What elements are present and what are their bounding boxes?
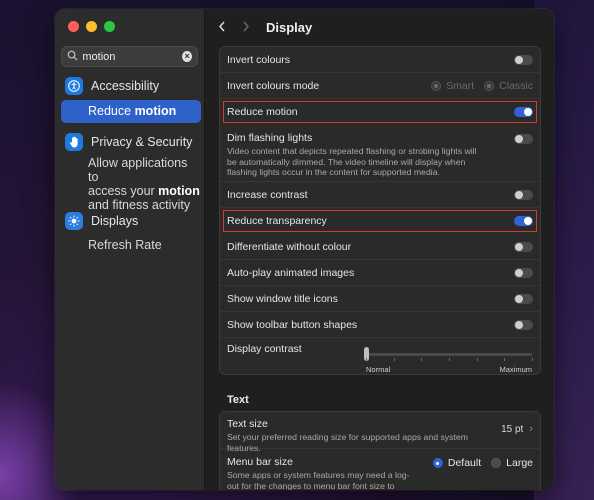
sidebar-group-displays: Displays Refresh Rate bbox=[61, 210, 201, 252]
sidebar-result-motion-fitness[interactable]: Allow applications to access your motion… bbox=[61, 156, 201, 212]
search-field[interactable]: × bbox=[61, 46, 198, 67]
result-text: Reduce bbox=[88, 104, 135, 118]
result-text: Allow applications to bbox=[88, 156, 188, 184]
dim-flashing-toggle[interactable] bbox=[514, 134, 533, 144]
menu-bar-large-radio[interactable]: Large bbox=[491, 457, 533, 469]
slider-tick bbox=[476, 358, 478, 361]
radio-label: Large bbox=[506, 457, 533, 469]
setting-label: Show toolbar button shapes bbox=[227, 318, 358, 331]
row-window-title-icons: Show window title icons bbox=[220, 286, 540, 312]
differentiate-toggle[interactable] bbox=[514, 241, 533, 252]
page-title: Display bbox=[266, 19, 313, 35]
row-toolbar-shapes: Show toolbar button shapes bbox=[220, 312, 540, 338]
search-input[interactable] bbox=[82, 50, 183, 63]
setting-description: Video content that depicts repeated flas… bbox=[227, 146, 477, 177]
sidebar-result-reduce-motion[interactable]: Reduce motion bbox=[61, 100, 201, 123]
row-invert-colours: Invert colours bbox=[220, 47, 540, 73]
slider-min-label: Normal bbox=[366, 365, 391, 374]
accessibility-icon bbox=[65, 77, 83, 95]
text-size-value: 15 pt bbox=[501, 424, 524, 435]
settings-window: × Accessibility Reduce motion Privacy & … bbox=[55, 9, 554, 490]
result-match: motion bbox=[134, 104, 177, 118]
radio-label: Default bbox=[447, 457, 482, 469]
sidebar-item-label: Displays bbox=[91, 214, 139, 228]
slider-tick bbox=[449, 358, 450, 361]
row-dim-flashing: Dim flashing lights Video content that d… bbox=[220, 125, 540, 182]
forward-button[interactable] bbox=[242, 19, 252, 36]
setting-label: Reduce transparency bbox=[227, 214, 327, 227]
sidebar: × Accessibility Reduce motion Privacy & … bbox=[55, 9, 205, 490]
setting-label: Show window title icons bbox=[227, 292, 338, 305]
menu-bar-default-radio[interactable]: Default bbox=[432, 457, 482, 469]
row-reduce-transparency: Reduce transparency bbox=[223, 210, 537, 232]
row-autoplay: Auto-play animated images bbox=[220, 260, 540, 286]
sidebar-item-accessibility[interactable]: Accessibility bbox=[61, 75, 201, 97]
sun-icon bbox=[65, 212, 83, 230]
sidebar-group-privacy: Privacy & Security Allow applications to… bbox=[61, 131, 201, 212]
clear-search-icon[interactable]: × bbox=[182, 51, 192, 62]
sidebar-group-accessibility: Accessibility Reduce motion bbox=[61, 75, 201, 123]
slider-tick bbox=[532, 358, 533, 361]
setting-label: Invert colours bbox=[227, 53, 291, 66]
sidebar-item-privacy[interactable]: Privacy & Security bbox=[61, 131, 201, 153]
invert-mode-classic-radio[interactable]: Classic bbox=[484, 80, 533, 92]
window-title-icons-toggle[interactable] bbox=[514, 293, 533, 304]
chevron-right-icon: › bbox=[529, 423, 533, 435]
invert-mode-smart-radio[interactable]: Smart bbox=[431, 80, 474, 92]
search-icon bbox=[67, 50, 78, 63]
row-differentiate: Differentiate without colour bbox=[220, 234, 540, 260]
setting-label: Auto-play animated images bbox=[227, 266, 355, 279]
slider-tick bbox=[366, 358, 367, 361]
setting-label: Increase contrast bbox=[227, 188, 308, 201]
setting-label: Differentiate without colour bbox=[227, 240, 352, 253]
slider-max-label: Maximum bbox=[499, 365, 532, 374]
row-text-size[interactable]: Text size Set your preferred reading siz… bbox=[220, 412, 540, 453]
row-invert-mode: Invert colours mode Smart Classic bbox=[220, 73, 540, 99]
invert-colours-toggle[interactable] bbox=[514, 54, 533, 65]
close-button[interactable] bbox=[68, 21, 79, 32]
radio-label: Classic bbox=[499, 79, 533, 92]
main-pane: Display Invert colours Invert colours mo… bbox=[206, 9, 554, 490]
slider-tick bbox=[504, 358, 506, 361]
row-menu-bar-size: Menu bar size Some apps or system featur… bbox=[220, 449, 540, 490]
sidebar-item-label: Accessibility bbox=[91, 79, 160, 93]
reduce-motion-toggle[interactable] bbox=[514, 106, 533, 117]
result-text: access your bbox=[88, 184, 159, 198]
sidebar-result-refresh-rate[interactable]: Refresh Rate bbox=[61, 238, 201, 252]
toolbar-shapes-toggle[interactable] bbox=[514, 319, 533, 330]
setting-label: Text size bbox=[227, 418, 268, 430]
text-settings-panel: Text size Set your preferred reading siz… bbox=[219, 411, 541, 490]
hand-icon bbox=[65, 133, 83, 151]
section-title-text: Text bbox=[227, 394, 249, 406]
back-button[interactable] bbox=[218, 19, 228, 36]
minimize-button[interactable] bbox=[86, 21, 97, 32]
setting-label: Reduce motion bbox=[227, 105, 298, 118]
display-contrast-slider[interactable]: Normal Maximum bbox=[364, 345, 533, 374]
zoom-button[interactable] bbox=[104, 21, 115, 32]
result-text: Refresh Rate bbox=[88, 238, 162, 252]
toolbar: Display bbox=[206, 9, 554, 45]
setting-label: Dim flashing lights bbox=[227, 132, 313, 144]
slider-track[interactable] bbox=[364, 347, 533, 361]
display-settings-panel: Invert colours Invert colours mode Smart… bbox=[219, 46, 541, 375]
row-increase-contrast: Increase contrast bbox=[220, 182, 540, 208]
radio-label: Smart bbox=[446, 79, 475, 92]
row-display-contrast: Display contrast Normal Maximum bbox=[220, 338, 540, 374]
sidebar-item-label: Privacy & Security bbox=[91, 135, 193, 149]
increase-contrast-toggle[interactable] bbox=[514, 189, 533, 200]
slider-tick bbox=[421, 358, 423, 361]
autoplay-toggle[interactable] bbox=[514, 267, 533, 278]
slider-tick bbox=[393, 358, 395, 361]
setting-label: Menu bar size bbox=[227, 456, 293, 468]
row-reduce-motion: Reduce motion bbox=[223, 101, 537, 123]
setting-label: Invert colours mode bbox=[227, 79, 320, 92]
reduce-transparency-toggle[interactable] bbox=[514, 215, 533, 226]
setting-description: Some apps or system features may need a … bbox=[227, 470, 410, 490]
result-match: motion bbox=[158, 184, 200, 198]
traffic-lights bbox=[68, 21, 115, 32]
sidebar-item-displays[interactable]: Displays bbox=[61, 210, 201, 232]
